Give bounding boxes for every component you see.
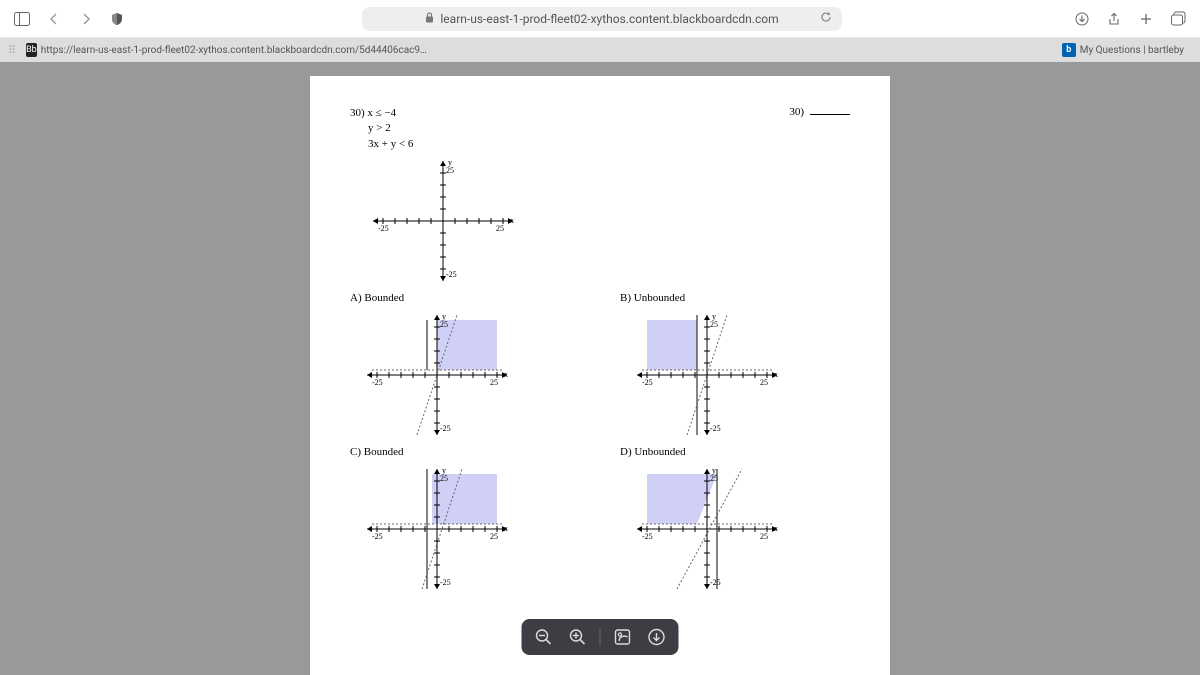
open-in-preview-icon[interactable] — [611, 625, 635, 649]
shield-icon[interactable] — [106, 8, 128, 30]
option-a-label: A) Bounded — [350, 292, 580, 304]
option-d-label: D) Unbounded — [620, 446, 850, 458]
blackboard-favicon-icon: Bb — [26, 43, 37, 57]
option-a-graph: -25 25 x 25 -25 y — [362, 310, 512, 440]
document-viewport: 30) 30) x ≤ −4 y > 2 3x + y < 6 — [0, 62, 1200, 675]
address-bar[interactable]: learn-us-east-1-prod-fleet02-xythos.cont… — [362, 7, 842, 31]
back-icon[interactable] — [42, 7, 66, 31]
forward-icon[interactable] — [74, 7, 98, 31]
url-text: learn-us-east-1-prod-fleet02-xythos.cont… — [440, 12, 778, 26]
option-c-label: C) Bounded — [350, 446, 580, 458]
main-graph: -25 25 x 25 -25 y — [368, 156, 518, 286]
tab-title: https://learn-us-east-1-prod-fleet02-xyt… — [41, 45, 430, 56]
option-b: B) Unbounded -25 25 x 25 -25 — [620, 292, 850, 446]
tabs-icon[interactable] — [1166, 7, 1190, 31]
pdf-page: 30) 30) x ≤ −4 y > 2 3x + y < 6 — [310, 76, 890, 675]
pdf-toolbar — [522, 619, 679, 655]
x-max-label: 25 — [496, 224, 504, 233]
lock-icon — [425, 12, 434, 26]
tab-title: My Questions | bartleby — [1080, 45, 1184, 56]
option-c-graph: -25 25 x 25 -25 y — [362, 464, 512, 594]
address-area: learn-us-east-1-prod-fleet02-xythos.cont… — [142, 7, 1062, 31]
bartleby-favicon-icon: b — [1062, 43, 1076, 57]
zoom-out-icon[interactable] — [532, 625, 556, 649]
y-axis-letter: y — [448, 158, 452, 167]
y-min-label: -25 — [446, 270, 457, 279]
option-a: A) Bounded -25 25 x 25 -25 — [350, 292, 580, 446]
zoom-in-icon[interactable] — [566, 625, 590, 649]
problem-statement: 30) x ≤ −4 y > 2 3x + y < 6 — [350, 106, 850, 152]
new-tab-icon[interactable] — [1134, 7, 1158, 31]
option-b-graph: -25 25 x 25 -25 y — [632, 310, 782, 440]
tab-blackboard[interactable]: Bb https://learn-us-east-1-prod-fleet02-… — [18, 41, 438, 59]
refresh-icon[interactable] — [820, 11, 832, 26]
download-pdf-icon[interactable] — [645, 625, 669, 649]
x-min-label: -25 — [378, 224, 389, 233]
sidebar-toggle-icon[interactable] — [10, 7, 34, 31]
x-axis-letter: x — [510, 216, 514, 225]
tab-strip: ⠿ Bb https://learn-us-east-1-prod-fleet0… — [0, 38, 1200, 62]
option-d: D) Unbounded -25 25 x 25 -25 — [620, 446, 850, 600]
download-icon[interactable] — [1070, 7, 1094, 31]
option-b-label: B) Unbounded — [620, 292, 850, 304]
answer-number: 30) — [789, 106, 850, 118]
option-c: C) Bounded -25 25 x 25 -25 — [350, 446, 580, 600]
share-icon[interactable] — [1102, 7, 1126, 31]
tab-bartleby[interactable]: b My Questions | bartleby — [1054, 41, 1192, 59]
browser-toolbar: learn-us-east-1-prod-fleet02-xythos.cont… — [0, 0, 1200, 38]
toolbar-separator — [600, 628, 601, 646]
y-max-label: 25 — [446, 166, 454, 175]
option-d-graph: -25 25 x 25 -25 y — [632, 464, 782, 594]
tab-drag-handle-icon[interactable]: ⠿ — [8, 44, 14, 57]
